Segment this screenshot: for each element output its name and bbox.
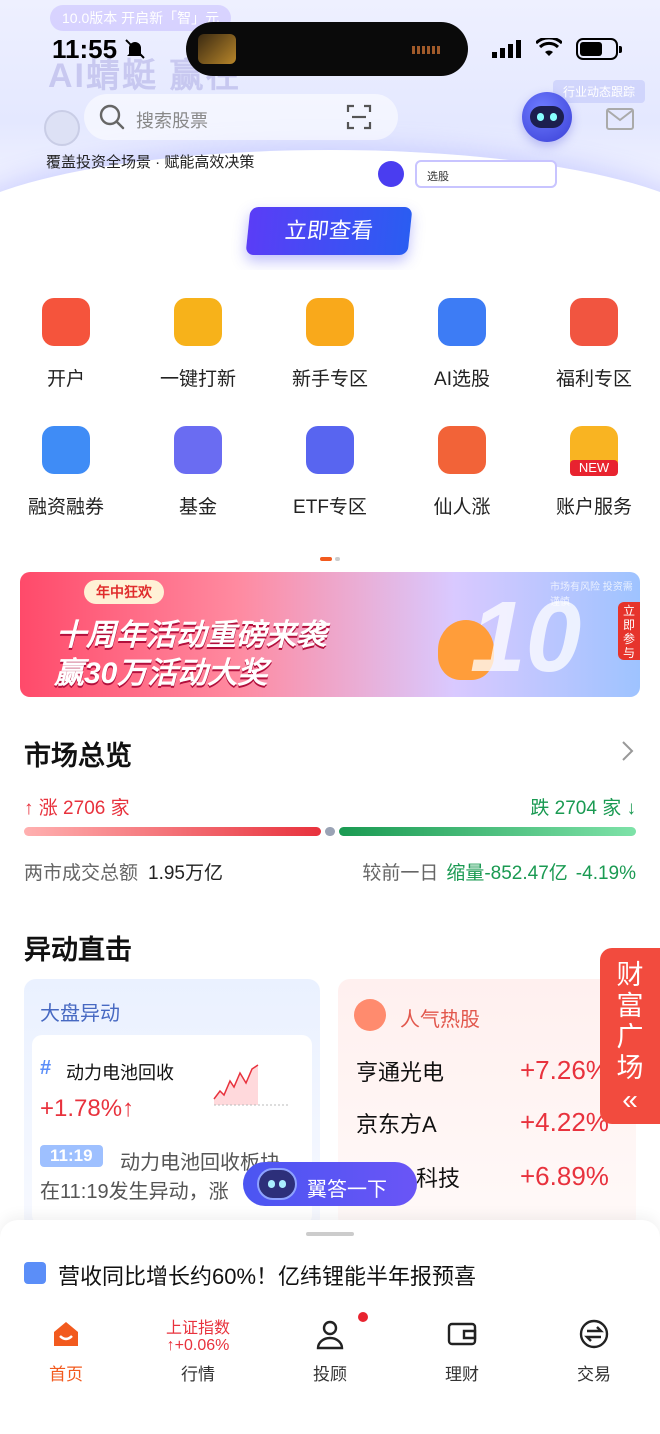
shortcut-item[interactable]: 融资融券	[0, 426, 132, 519]
hashtag-icon: #	[40, 1057, 52, 1079]
cellular-signal-icon	[492, 40, 521, 58]
shortcut-item[interactable]: NEW 账户服务	[528, 426, 660, 519]
shortcut-label: 新手专区	[291, 369, 368, 390]
silent-bell-icon	[125, 39, 145, 59]
news-trend-icon	[24, 1262, 46, 1284]
new-badge: NEW	[570, 460, 618, 476]
wifi-icon	[536, 38, 562, 56]
shortcut-label: 一键打新	[159, 369, 236, 390]
sparkline-chart	[213, 1064, 290, 1106]
anomaly-change: +1.78%↑	[40, 1095, 135, 1122]
join-now-button[interactable]: 立即参与	[618, 602, 640, 660]
battery-icon	[576, 38, 622, 60]
ask-assistant-button[interactable]: 翼答一下	[243, 1162, 417, 1206]
chevron-right-icon[interactable]	[620, 740, 634, 762]
user-avatar[interactable]	[44, 110, 80, 146]
fire-icon	[354, 999, 386, 1031]
search-bar[interactable]: 搜索股票	[84, 94, 398, 140]
shortcut-label: 开户	[46, 369, 85, 390]
arrow-up-icon: ↑	[166, 1337, 175, 1354]
shortcut-label: 融资融券	[27, 497, 104, 518]
news-headline[interactable]: 营收同比增长约60%！亿纬锂能半年报预喜	[58, 1259, 476, 1291]
shortcut-item[interactable]: AI选股	[396, 298, 528, 391]
shortcut-label: 基金	[178, 497, 217, 518]
person-icon	[316, 1320, 344, 1350]
shortcut-item[interactable]: 新手专区	[264, 298, 396, 391]
clock: 11:55	[52, 34, 118, 64]
view-now-button[interactable]: 立即查看	[245, 207, 413, 255]
hot-stock-row[interactable]: 亨通光电 +7.26%	[356, 1055, 636, 1087]
robot-face-icon	[530, 106, 564, 128]
promo-tag: 年中狂欢	[84, 580, 164, 604]
plus-icon	[42, 298, 90, 346]
turnover-change: 较前一日 缩量-852.47亿 -4.19%	[362, 863, 636, 884]
hot-stock-row[interactable]: 京东方A +4.22%	[356, 1107, 636, 1139]
double-chevron-left-icon: «	[622, 1084, 638, 1115]
etf-icon	[306, 426, 354, 474]
dynamic-island	[186, 22, 468, 76]
ai-query-preview: 选股	[415, 160, 557, 188]
bar-chart-icon	[174, 426, 222, 474]
shortcut-label: AI选股	[434, 369, 490, 390]
scan-icon[interactable]	[346, 104, 372, 130]
exchange-icon	[579, 1319, 609, 1349]
gift-icon	[570, 298, 618, 346]
turnover: 两市成交总额 1.95万亿	[24, 863, 223, 884]
message-icon[interactable]	[606, 108, 634, 130]
decliners-count: 跌 2704 家 ↓	[530, 798, 636, 819]
anomaly-desc-cont: 在11:19发生异动，涨	[40, 1181, 229, 1203]
hero-subtitle: 覆盖投资全场景 · 赋能高效决策	[46, 154, 255, 171]
shortcut-item[interactable]: ETF专区	[264, 426, 396, 519]
promo-banner[interactable]: 年中狂欢 十周年活动重磅来袭 赢30万活动大奖 10 市场有风险 投资需谨慎 立…	[20, 572, 640, 697]
shortcut-item[interactable]: 仙人涨	[396, 426, 528, 519]
search-placeholder: 搜索股票	[136, 111, 208, 131]
promo-subheadline: 赢30万活动大奖	[54, 657, 268, 690]
hot-stocks-header: 人气热股	[400, 1009, 480, 1031]
index-name: 上证指数	[165, 1320, 230, 1337]
wallet-icon	[447, 1322, 477, 1346]
flat-bar	[325, 827, 335, 836]
anomaly-topic: 动力电池回收	[66, 1063, 174, 1083]
ai-assistant-avatar[interactable]	[522, 92, 572, 142]
wealth-plaza-label: 财富广场	[616, 960, 644, 1083]
shortcut-item[interactable]: 开户	[0, 298, 132, 391]
shortcut-item[interactable]: 一键打新	[132, 298, 264, 391]
media-thumbnail	[198, 34, 236, 64]
robot-icon	[257, 1168, 297, 1200]
arrow-up-icon: ↑	[122, 1095, 135, 1122]
advancers-bar	[24, 827, 321, 836]
trend-up-icon	[438, 426, 486, 474]
shortcut-item[interactable]: 福利专区	[528, 298, 660, 391]
decliners-bar	[339, 827, 636, 836]
user-card-icon: NEW	[570, 426, 618, 476]
trend-card-icon	[174, 298, 222, 346]
yen-wallet-icon	[306, 298, 354, 346]
anomaly-card-header: 大盘异动	[40, 1003, 120, 1025]
notification-dot	[358, 1312, 368, 1322]
candlestick-icon	[42, 426, 90, 474]
shortcut-label: ETF专区	[293, 497, 367, 518]
movers-title: 异动直击	[24, 935, 132, 965]
page-indicator	[320, 548, 343, 566]
status-bar: 11:55	[0, 0, 660, 96]
advancers-count: ↑ 涨 2706 家	[24, 798, 130, 819]
hot-stock-row[interactable]: 科技 +6.89%	[416, 1161, 660, 1193]
home-icon	[54, 1322, 78, 1346]
shortcut-label: 福利专区	[555, 369, 632, 390]
shortcut-item[interactable]: 基金	[132, 426, 264, 519]
arrow-down-icon: ↓	[621, 798, 636, 819]
ai-hex-icon	[438, 298, 486, 346]
search-icon	[99, 104, 125, 130]
market-overview-title[interactable]: 市场总览	[24, 734, 132, 773]
mic-icon	[378, 161, 404, 187]
shortcut-label: 仙人涨	[433, 497, 491, 518]
audio-wave-icon	[412, 46, 442, 54]
anomaly-time: 11:19	[40, 1145, 103, 1167]
arrow-up-icon: ↑	[24, 798, 39, 819]
bottom-tab-bar: 首页 上证指数 ↑+0.06% 行情 投顾 理财 交易	[0, 1308, 660, 1434]
sheet-handle[interactable]	[306, 1232, 354, 1236]
index-change: ↑+0.06%	[166, 1337, 230, 1354]
wealth-plaza-tab[interactable]: 财富广场 «	[600, 948, 660, 1124]
shortcut-label: 账户服务	[555, 497, 632, 518]
